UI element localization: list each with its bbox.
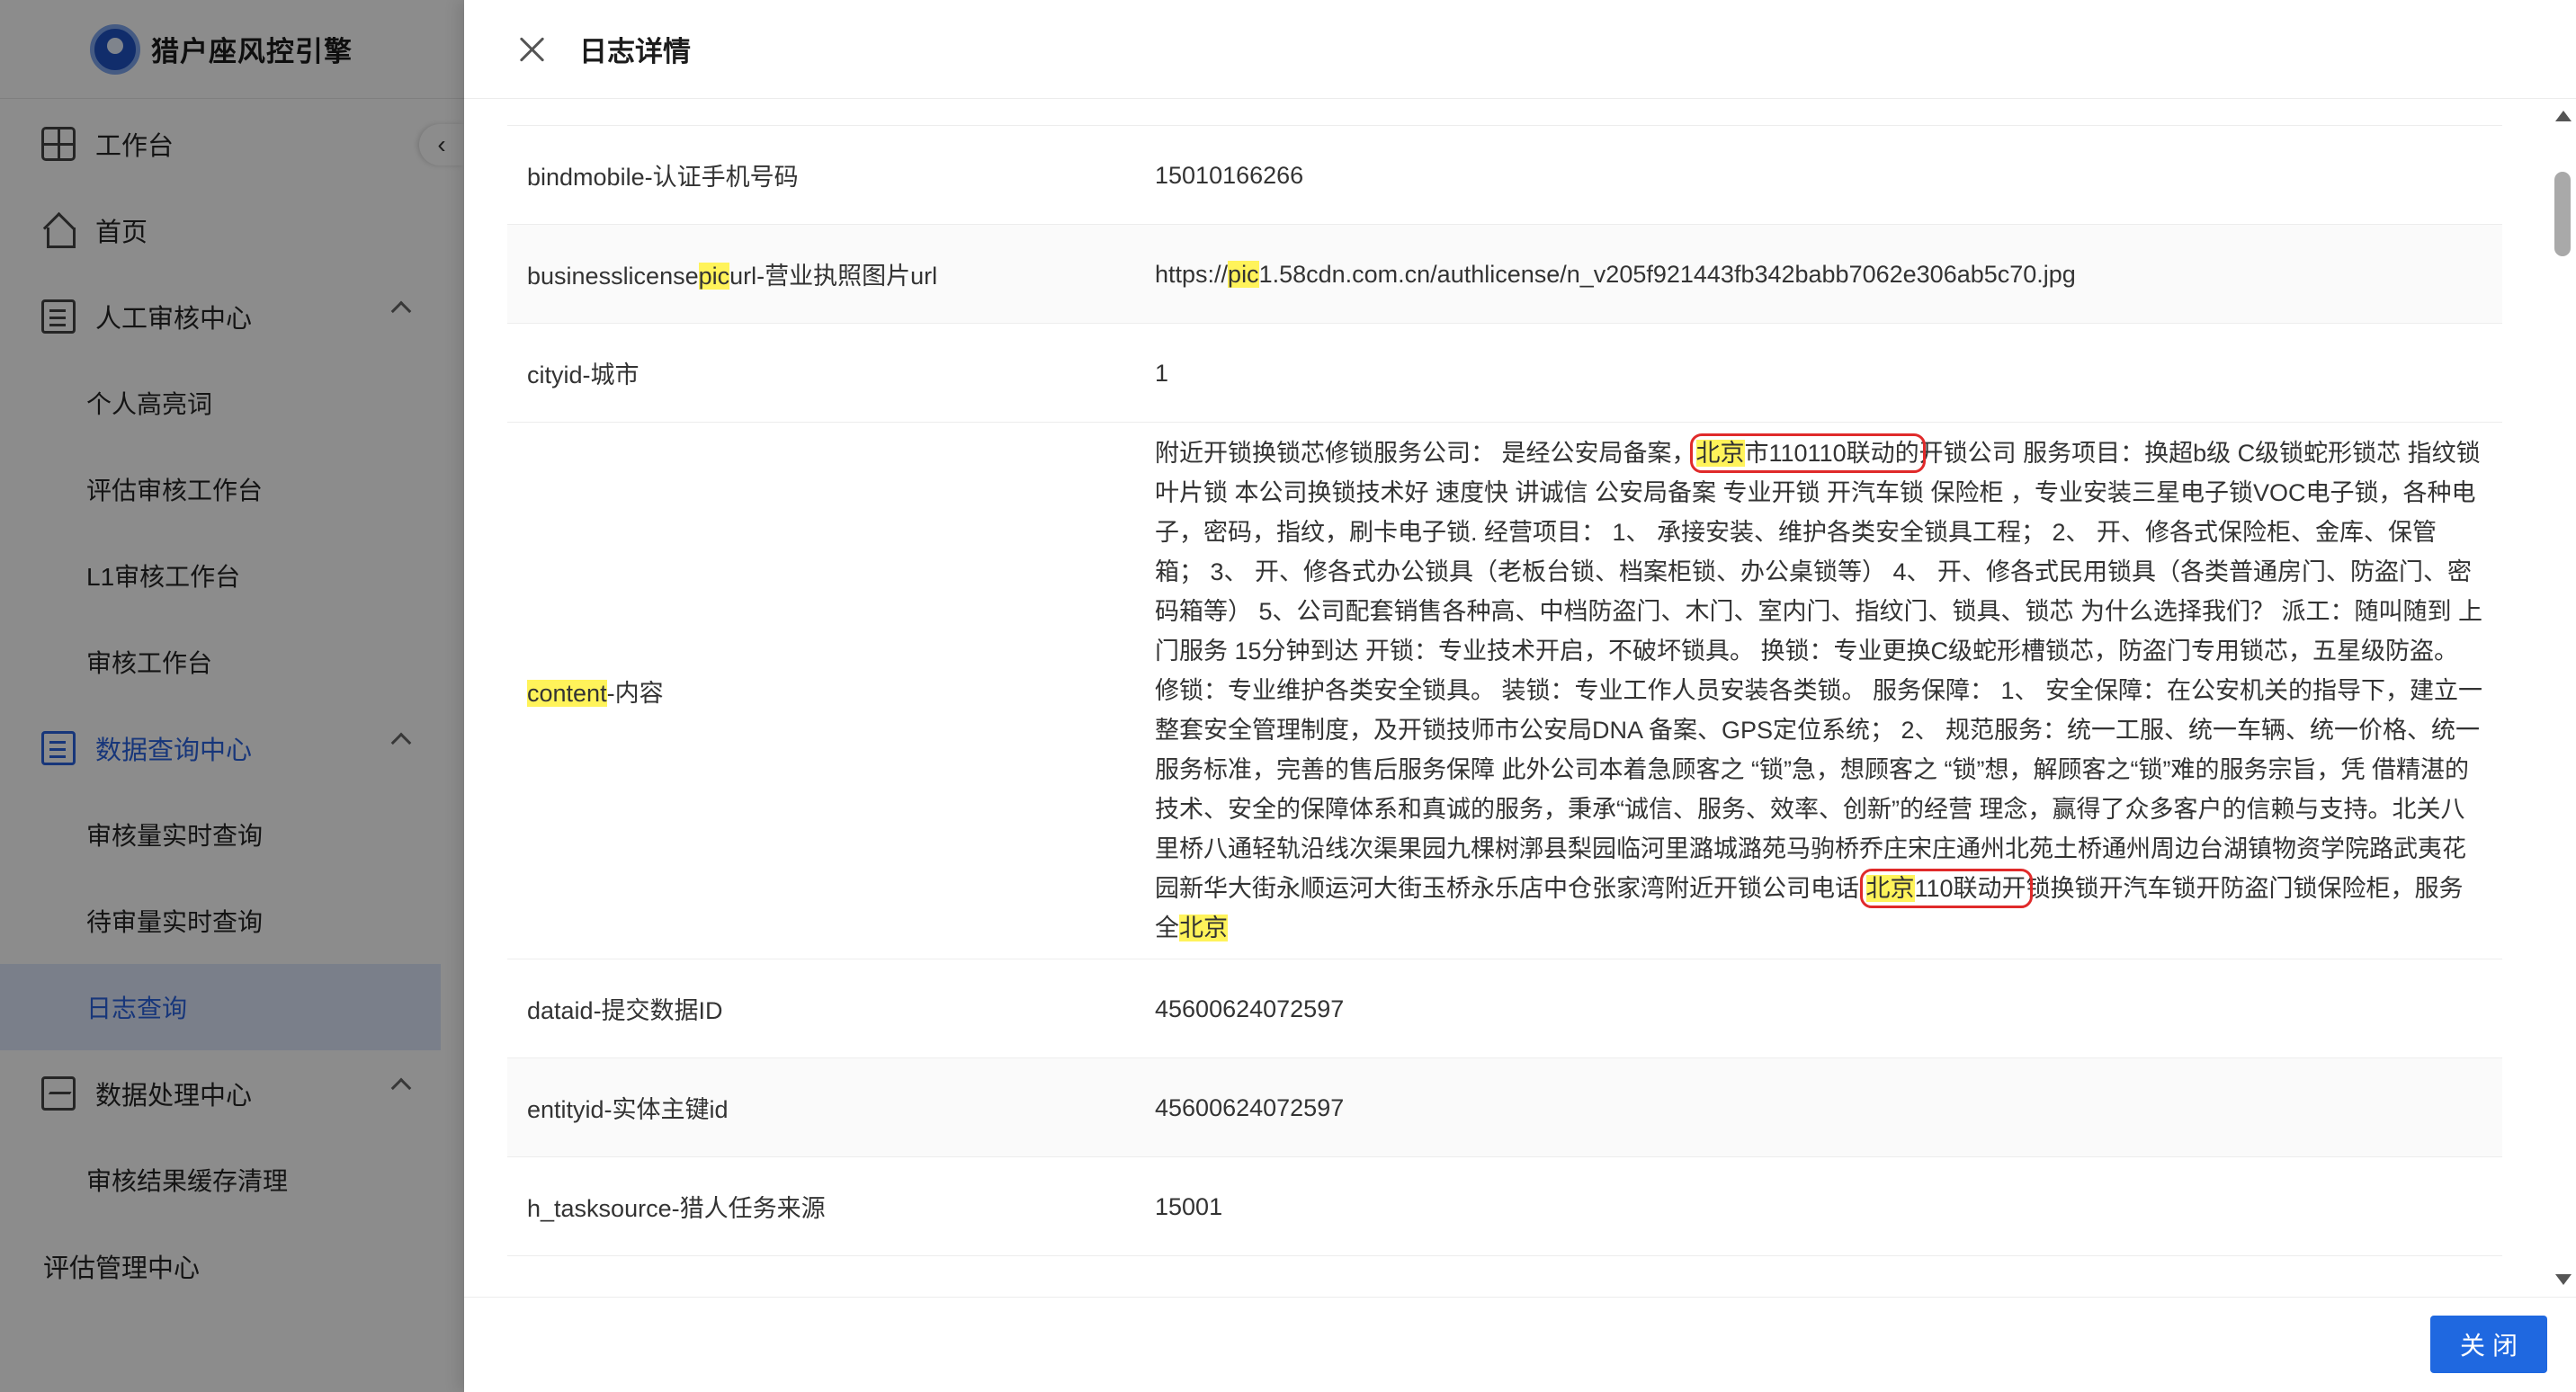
row-value: 45600624072597 xyxy=(1155,1093,1345,1121)
vertical-scrollbar[interactable] xyxy=(2549,100,2576,1296)
row-key: content-内容 xyxy=(527,679,664,707)
table-row: h_tasksource-猎人任务来源 15001 xyxy=(507,1157,2502,1256)
table-row: dataid-提交数据ID 45600624072597 xyxy=(507,959,2502,1058)
row-key: cityid-城市 xyxy=(527,361,640,388)
row-value: 15010166266 xyxy=(1155,161,1304,189)
table-row: cityid-城市 1 xyxy=(507,324,2502,423)
row-key: dataid-提交数据ID xyxy=(527,997,723,1024)
row-value: 45600624072597 xyxy=(1155,995,1345,1022)
annotation-box: 北京110联动开 xyxy=(1859,869,2033,908)
keyword-highlight: 北京 xyxy=(1179,915,1228,941)
row-key: h_tasksource-猎人任务来源 xyxy=(527,1195,826,1222)
row-value: 1 xyxy=(1155,359,1169,387)
scroll-up-arrow-icon[interactable] xyxy=(2555,111,2572,121)
close-icon[interactable] xyxy=(516,33,549,66)
keyword-highlight: pic xyxy=(698,263,730,290)
table-row: businesslicensepicurl-营业执照图片url https://… xyxy=(507,225,2502,324)
row-key: businesslicensepicurl-营业执照图片url xyxy=(527,263,938,290)
scrollbar-thumb[interactable] xyxy=(2554,172,2571,256)
scroll-down-arrow-icon[interactable] xyxy=(2555,1274,2572,1285)
keyword-highlight: content xyxy=(527,679,607,707)
annotation-box: 北京市110110联动的 xyxy=(1689,433,1926,473)
drawer-header: 日志详情 xyxy=(464,0,2576,99)
row-key: bindmobile-认证手机号码 xyxy=(527,164,799,191)
detail-table: bindmobile-认证手机号码 15010166266 businessli… xyxy=(507,125,2502,1256)
row-value: 15001 xyxy=(1155,1192,1223,1220)
row-value-link[interactable]: https://pic1.58cdn.com.cn/authlicense/n_… xyxy=(1155,254,2502,294)
drawer-body: bindmobile-认证手机号码 15010166266 businessli… xyxy=(464,100,2576,1296)
drawer-title: 日志详情 xyxy=(579,36,691,67)
content-text: 附近开锁换锁芯修锁服务公司： 是经公安局备案，北京市110110联动的开锁公司 … xyxy=(1155,433,2483,941)
table-row-content: content-内容 附近开锁换锁芯修锁服务公司： 是经公安局备案，北京市110… xyxy=(507,423,2502,959)
keyword-highlight: 北京 xyxy=(1865,875,1915,902)
keyword-highlight: pic xyxy=(1228,260,1259,288)
table-row: entityid-实体主键id 45600624072597 xyxy=(507,1058,2502,1157)
drawer-footer: 关闭 xyxy=(464,1297,2576,1392)
log-detail-drawer: 日志详情 bindmobile-认证手机号码 15010166266 busin… xyxy=(464,0,2576,1392)
table-row: bindmobile-认证手机号码 15010166266 xyxy=(507,126,2502,225)
close-button[interactable]: 关闭 xyxy=(2430,1316,2547,1373)
keyword-highlight: 北京 xyxy=(1695,440,1745,467)
row-key: entityid-实体主键id xyxy=(527,1096,729,1123)
